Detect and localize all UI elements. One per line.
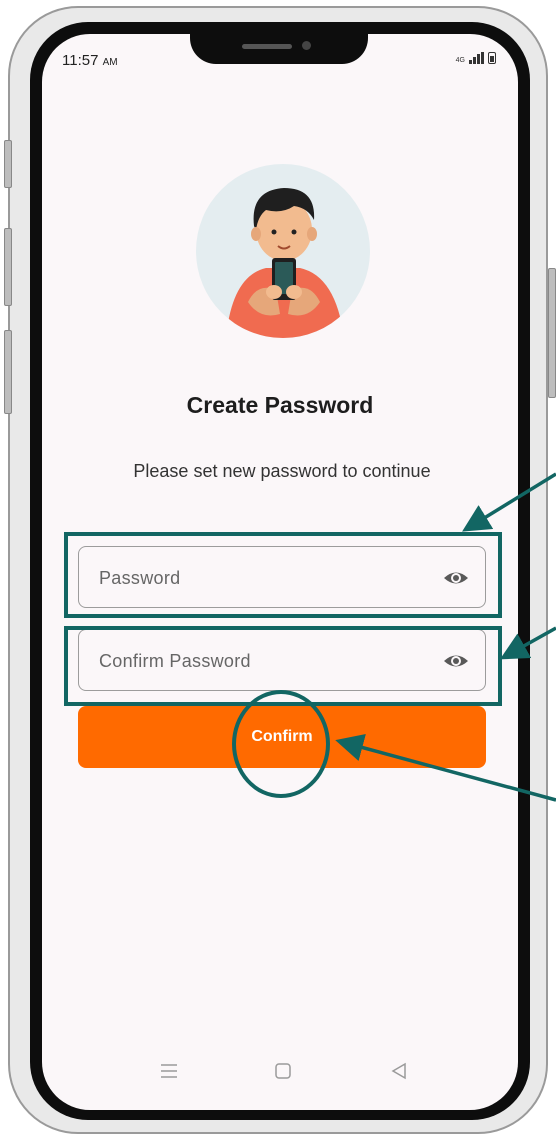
annotation-arrows <box>335 472 556 802</box>
